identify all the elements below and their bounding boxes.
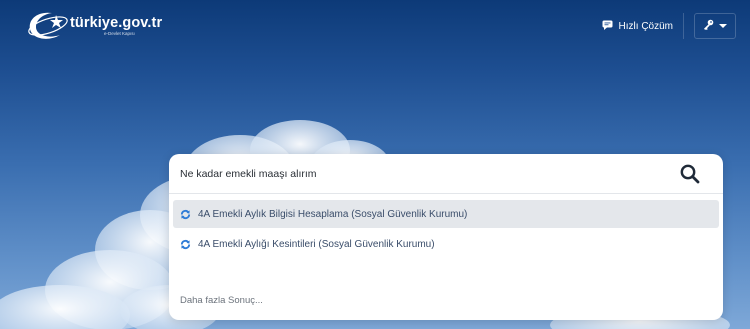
refresh-icon bbox=[180, 239, 191, 249]
chevron-down-icon bbox=[719, 24, 727, 28]
search-result-item[interactable]: 4A Emekli Aylığı Kesintileri (Sosyal Güv… bbox=[173, 230, 719, 258]
search-panel: 4A Emekli Aylık Bilgisi Hesaplama (Sosya… bbox=[169, 154, 723, 320]
login-menu-button[interactable] bbox=[694, 13, 736, 39]
logo-name: türkiye.gov.tr bbox=[70, 14, 163, 31]
search-icon bbox=[680, 164, 700, 184]
search-bar bbox=[169, 154, 723, 194]
key-icon bbox=[703, 17, 714, 35]
more-results-link[interactable]: Daha fazla Sonuç... bbox=[180, 295, 263, 306]
quick-solution-label: Hızlı Çözüm bbox=[618, 20, 673, 32]
search-results: 4A Emekli Aylık Bilgisi Hesaplama (Sosya… bbox=[173, 200, 719, 260]
search-input[interactable] bbox=[180, 164, 660, 184]
search-result-label: 4A Emekli Aylığı Kesintileri (Sosyal Güv… bbox=[198, 238, 435, 250]
site-logo[interactable]: türkiye.gov.tr e-Devlet Kapısı bbox=[26, 9, 162, 43]
search-result-item[interactable]: 4A Emekli Aylık Bilgisi Hesaplama (Sosya… bbox=[173, 200, 719, 228]
chat-icon bbox=[602, 20, 613, 33]
quick-solution-button[interactable]: Hızlı Çözüm bbox=[592, 13, 684, 39]
top-bar: türkiye.gov.tr e-Devlet Kapısı Hızlı Çöz… bbox=[0, 0, 750, 52]
logo-crescent-icon bbox=[26, 9, 68, 43]
logo-tagline: e-Devlet Kapısı bbox=[104, 31, 135, 36]
refresh-icon bbox=[180, 209, 191, 219]
search-button[interactable] bbox=[679, 163, 701, 185]
search-result-label: 4A Emekli Aylık Bilgisi Hesaplama (Sosya… bbox=[198, 208, 468, 220]
